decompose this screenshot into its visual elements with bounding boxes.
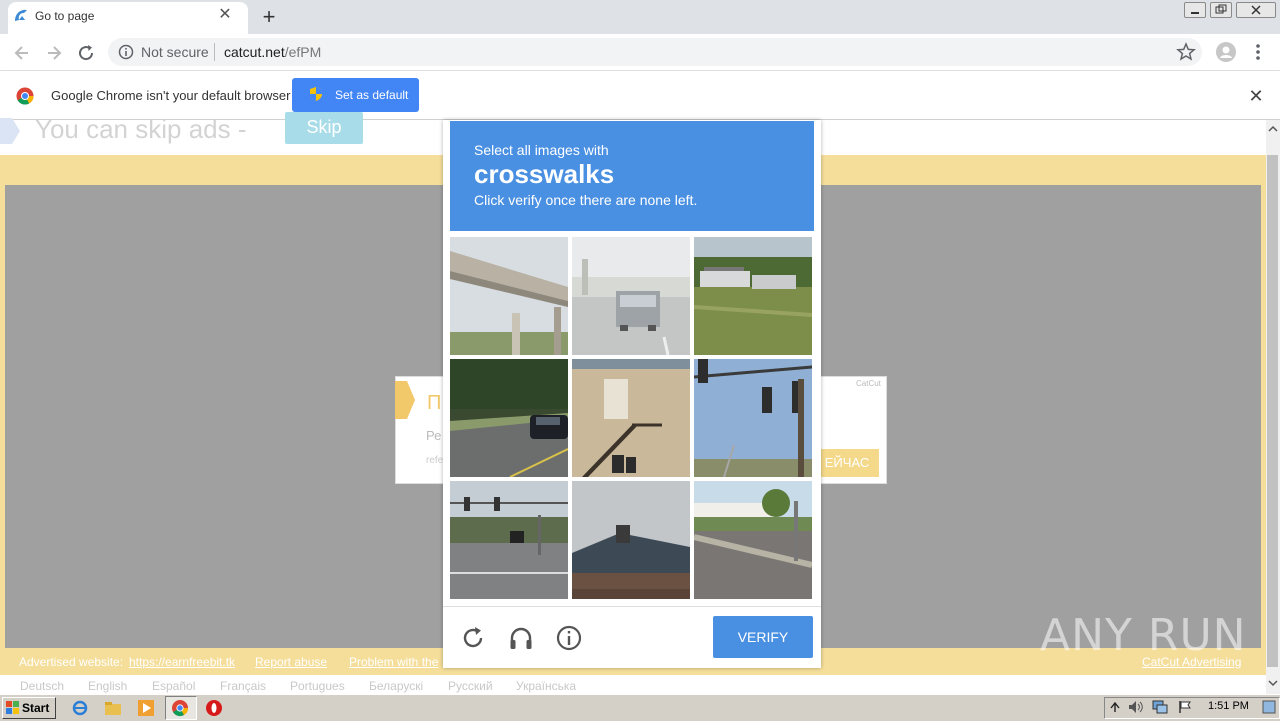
- catcut-favicon-icon: [15, 9, 27, 21]
- set-as-default-label: Set as default: [335, 88, 409, 102]
- close-window-button[interactable]: [1236, 2, 1276, 18]
- captcha-header: Select all images with crosswalks Click …: [450, 121, 814, 231]
- captcha-instruction: Select all images with: [474, 142, 609, 158]
- ie-icon[interactable]: [71, 699, 89, 717]
- infobar-close-icon[interactable]: ✕: [1246, 86, 1266, 106]
- advertised-website-link[interactable]: https://earnfreebit.tk: [129, 655, 235, 669]
- network-icon[interactable]: [1152, 700, 1168, 714]
- lang-link[interactable]: English: [88, 679, 127, 693]
- show-desktop-icon[interactable]: [1262, 699, 1276, 715]
- problem-link[interactable]: Problem with the: [349, 655, 438, 669]
- captcha-tile-roof[interactable]: [572, 481, 690, 599]
- windows-logo-icon: [6, 701, 19, 714]
- captcha-tile-traffic-lights[interactable]: [694, 359, 812, 477]
- anyrun-watermark: ANY RUN: [1040, 610, 1247, 661]
- captcha-tile-building-stairs[interactable]: [572, 359, 690, 477]
- taskbar-clock[interactable]: 1:51 PM: [1208, 700, 1249, 712]
- card-text: Ре: [426, 428, 442, 443]
- lang-link[interactable]: Українська: [516, 679, 576, 693]
- bookmark-star-icon[interactable]: [1176, 42, 1196, 62]
- card-action-button[interactable]: ЕЙЧАС: [815, 449, 879, 477]
- lang-link[interactable]: Беларускі: [369, 679, 423, 693]
- lang-link[interactable]: Deutsch: [20, 679, 64, 693]
- set-as-default-button[interactable]: Set as default: [292, 78, 419, 112]
- opera-icon[interactable]: [205, 699, 223, 717]
- card-title: П: [427, 392, 442, 414]
- lang-link[interactable]: Español: [152, 679, 195, 693]
- captcha-divider: [443, 606, 821, 607]
- kebab-menu-icon[interactable]: [1250, 42, 1266, 62]
- start-button[interactable]: Start: [2, 697, 56, 719]
- chrome-logo-icon: [16, 87, 34, 105]
- captcha-tile-street-car[interactable]: [572, 237, 690, 355]
- reload-challenge-icon[interactable]: [459, 624, 487, 652]
- advertised-website-label: Advertised website:: [19, 655, 124, 669]
- url-domain: catcut.net: [224, 44, 285, 60]
- restore-button[interactable]: [1210, 2, 1232, 18]
- info-challenge-icon[interactable]: [555, 624, 583, 652]
- captcha-keyword: crosswalks: [474, 159, 615, 189]
- uac-shield-icon: [310, 87, 322, 101]
- forward-arrow-icon[interactable]: [43, 42, 65, 64]
- card-brand: CatCut: [856, 379, 881, 388]
- skip-button[interactable]: Skip: [285, 112, 363, 144]
- url-separator: [214, 43, 215, 61]
- lang-link[interactable]: Français: [220, 679, 266, 693]
- media-player-icon[interactable]: [137, 699, 155, 717]
- new-tab-button[interactable]: +: [256, 6, 282, 28]
- captcha-tile-road-shops[interactable]: [694, 481, 812, 599]
- card-chevron-icon: [395, 381, 415, 419]
- captcha-tile-boats-field[interactable]: [694, 237, 812, 355]
- infobar-message: Google Chrome isn't your default browser: [51, 88, 291, 103]
- folder-icon[interactable]: [104, 699, 122, 717]
- action-center-flag-icon[interactable]: [1178, 700, 1192, 714]
- lang-link[interactable]: Portugues: [290, 679, 345, 693]
- captcha-tile-overpass[interactable]: [450, 237, 568, 355]
- minimize-button[interactable]: [1184, 2, 1206, 18]
- tab-close-icon[interactable]: ✕: [216, 6, 234, 24]
- skip-ads-text: You can skip ads -: [35, 114, 247, 144]
- back-arrow-icon[interactable]: [11, 42, 33, 64]
- captcha-hint: Click verify once there are none left.: [474, 192, 698, 208]
- url-text[interactable]: catcut.net/efPM: [224, 44, 321, 60]
- url-path: /efPM: [284, 44, 322, 60]
- scroll-down-icon[interactable]: [1268, 678, 1278, 688]
- scrollbar-thumb[interactable]: [1267, 155, 1278, 667]
- skip-arrow-icon: [0, 118, 20, 144]
- report-abuse-link[interactable]: Report abuse: [255, 655, 327, 669]
- reload-icon[interactable]: [75, 42, 97, 64]
- start-label: Start: [22, 701, 50, 715]
- lang-link[interactable]: Русский: [448, 679, 493, 693]
- chrome-taskbar-icon: [172, 700, 189, 717]
- security-label[interactable]: Not secure: [141, 44, 209, 60]
- volume-icon[interactable]: [1128, 700, 1144, 714]
- tray-expand-icon[interactable]: [1110, 701, 1120, 713]
- captcha-tile-road-car[interactable]: [450, 359, 568, 477]
- info-icon[interactable]: [118, 44, 134, 60]
- card-subtext: refe: [426, 455, 444, 466]
- audio-challenge-icon[interactable]: [507, 624, 535, 652]
- profile-avatar-icon[interactable]: [1216, 42, 1236, 62]
- verify-button[interactable]: VERIFY: [713, 616, 813, 658]
- scroll-up-icon[interactable]: [1268, 124, 1278, 134]
- tab-title: Go to page: [35, 9, 95, 23]
- captcha-tile-intersection[interactable]: [450, 481, 568, 599]
